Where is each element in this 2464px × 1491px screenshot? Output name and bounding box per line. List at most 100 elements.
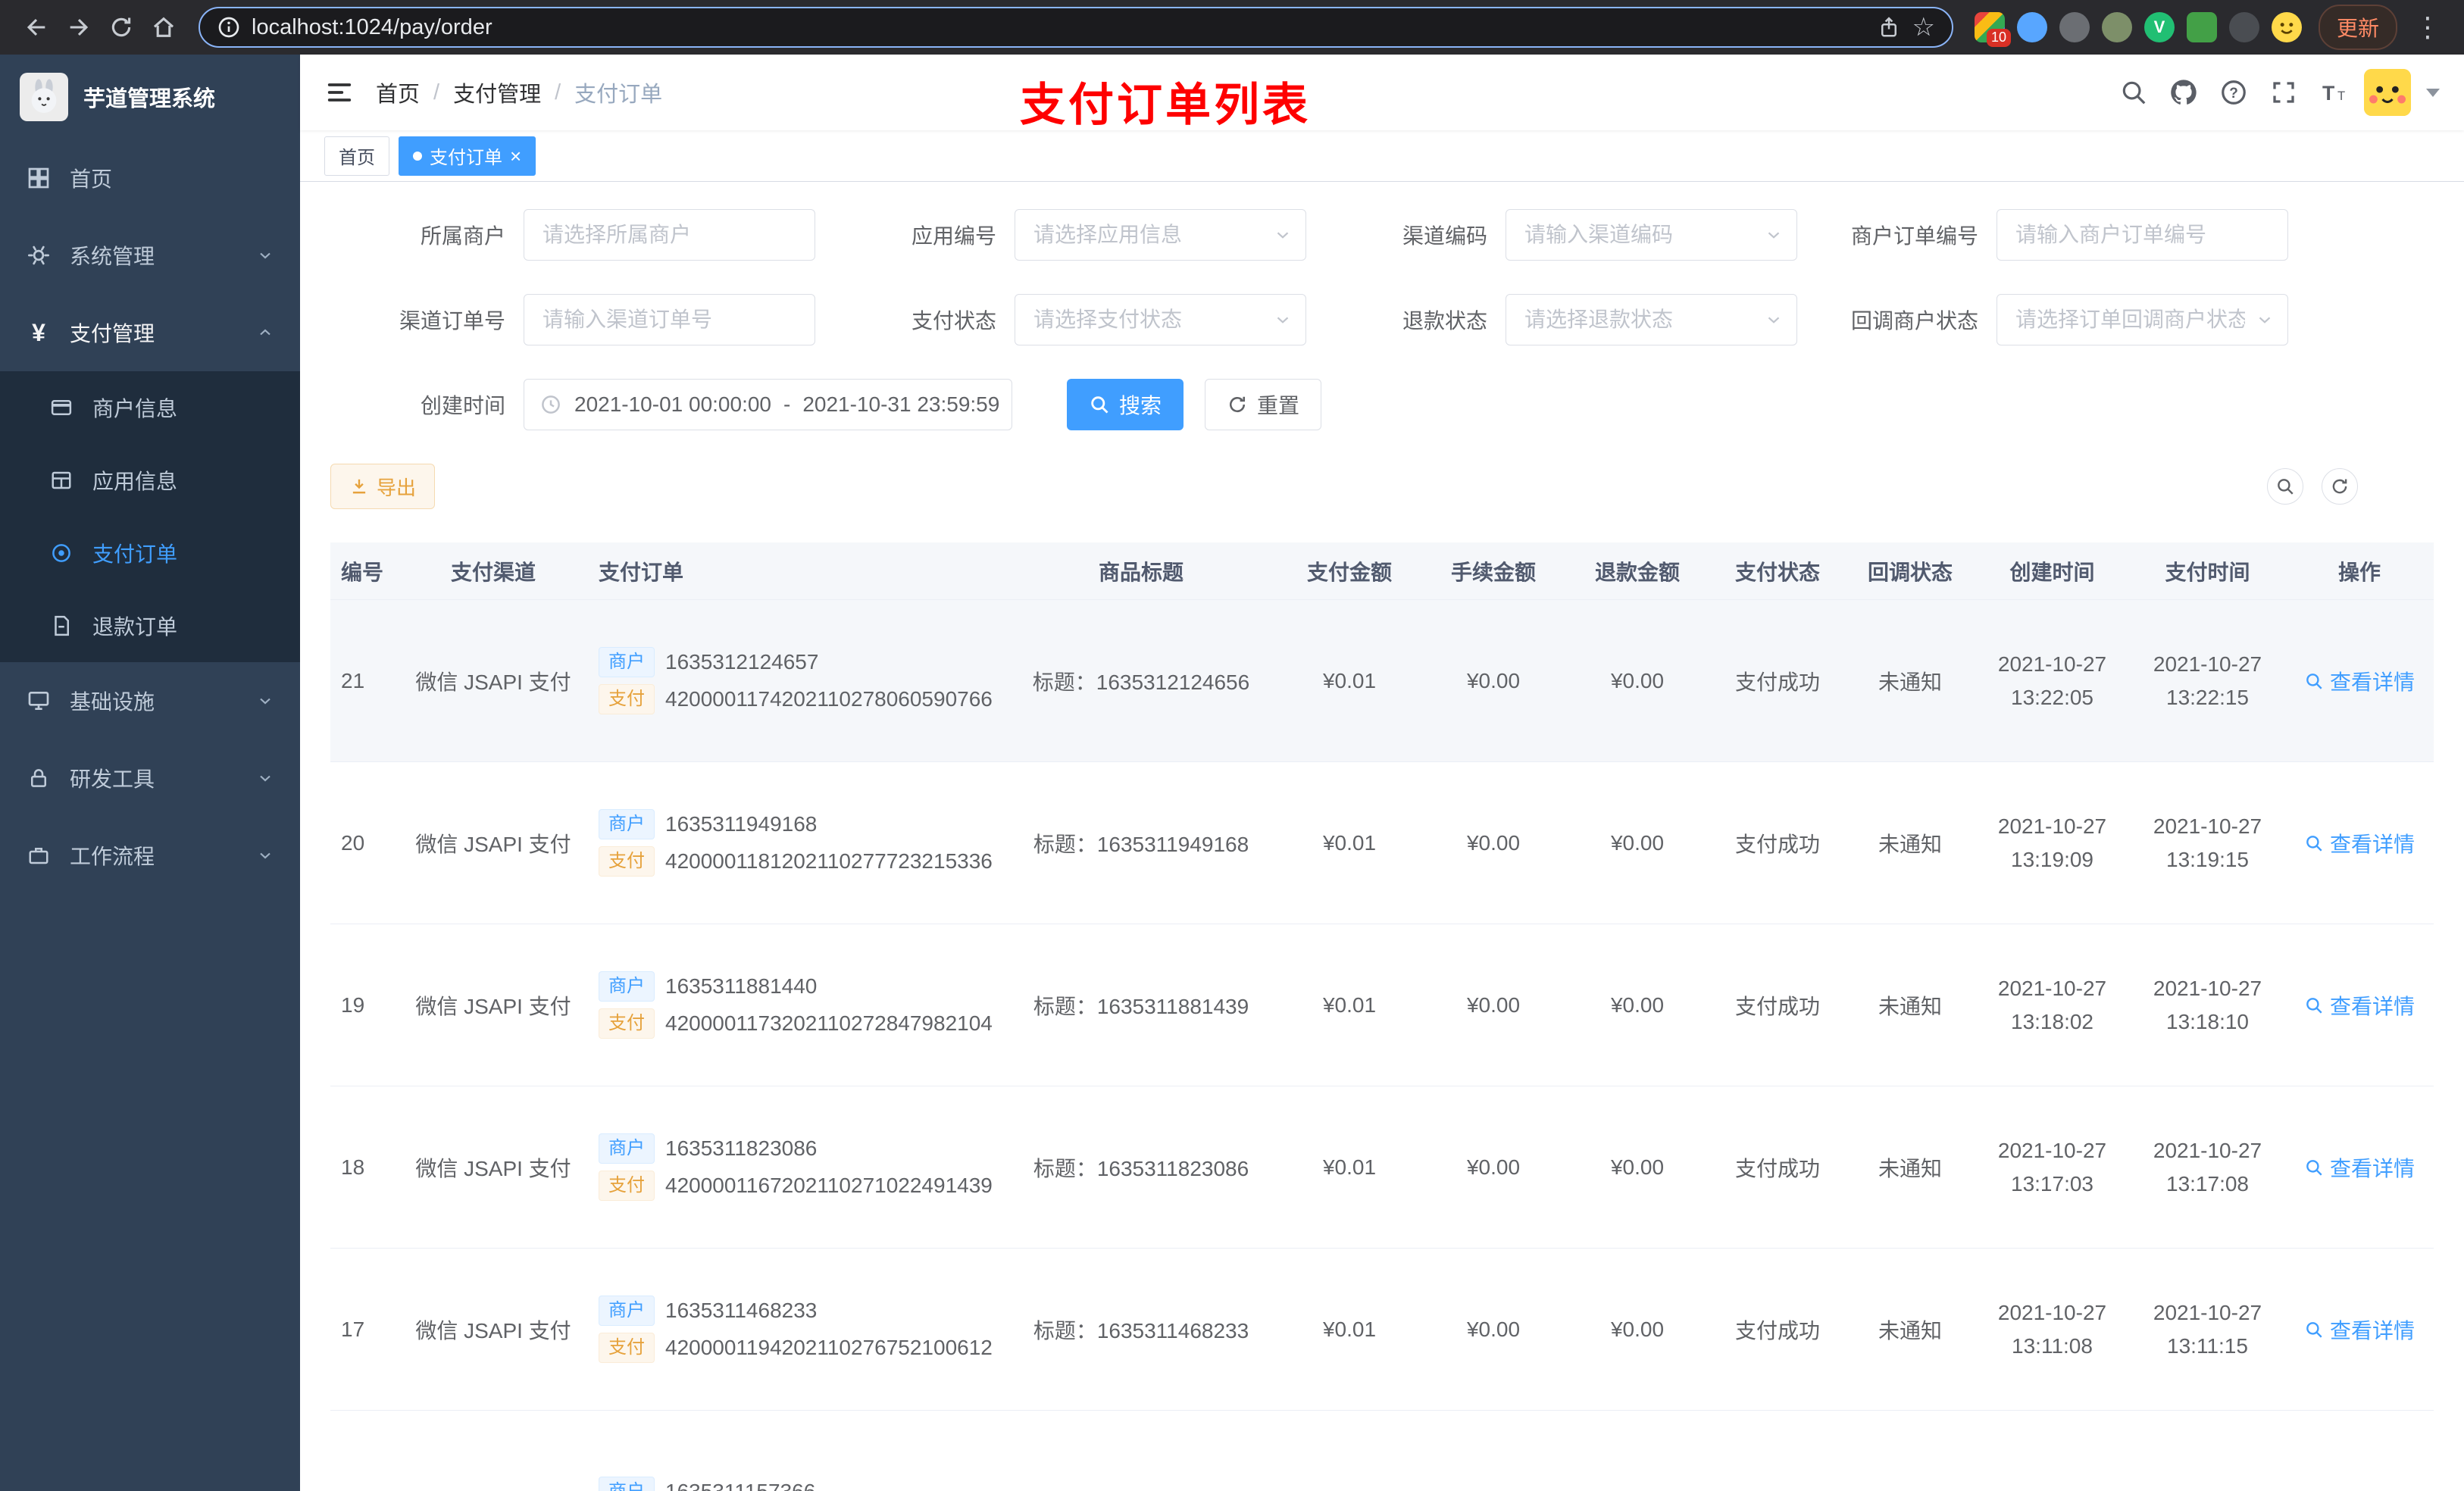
date-end-value: 2021-10-31 23:59:59 (802, 392, 1000, 416)
sidebar-item-system[interactable]: 系统管理 (0, 217, 300, 294)
table-row[interactable]: 17 微信 JSAPI 支付 商户 1635311468233 支付 4200001… (330, 1249, 2434, 1411)
cell-pay-order: 商户 1635311823086 支付 4200001167202110271022… (580, 1127, 1005, 1208)
table-row[interactable]: 19 微信 JSAPI 支付 商户 1635311881440 支付 4200001… (330, 924, 2434, 1086)
extension-icon-2[interactable] (2016, 12, 2047, 42)
browser-menu-icon[interactable]: ⋮ (2406, 6, 2449, 48)
reset-button[interactable]: 重置 (1205, 379, 1322, 430)
filter-merchant-order-label: 商户订单编号 (1850, 224, 1978, 248)
header-search-icon[interactable] (2114, 73, 2153, 112)
github-icon[interactable] (2164, 73, 2203, 112)
browser-home-icon[interactable] (142, 6, 185, 48)
merchant-tag: 商户 (599, 647, 655, 677)
filter-refund-status-select[interactable] (1506, 294, 1797, 345)
user-avatar[interactable] (2364, 69, 2411, 116)
col-fee: 手续金额 (1450, 560, 1536, 584)
view-detail-link[interactable]: 查看详情 (2304, 666, 2415, 696)
cell-channel: 微信 JSAPI 支付 (415, 1156, 571, 1180)
create-time-range-picker[interactable]: 2021-10-01 00:00:00 - 2021-10-31 23:59:5… (524, 379, 1012, 430)
tab-home[interactable]: 首页 (324, 136, 389, 176)
sidebar-item-devtools[interactable]: 研发工具 (0, 739, 300, 817)
table-row[interactable]: 18 微信 JSAPI 支付 商户 1635311823086 支付 4200001… (330, 1086, 2434, 1249)
sidebar-item-pay-order[interactable]: 支付订单 (0, 517, 300, 589)
extension-icon-1[interactable]: 10 (1974, 12, 2011, 47)
sidebar-item-label: 支付订单 (92, 542, 178, 566)
sidebar-collapse-icon[interactable] (324, 77, 355, 108)
cell-refund: ¥0.00 (1610, 1155, 1665, 1179)
download-icon (349, 477, 369, 496)
search-button[interactable]: 搜索 (1067, 379, 1184, 430)
extension-icon-7[interactable] (2228, 12, 2259, 42)
channel-pay-no: 4200001181202110277723215336 (665, 849, 993, 873)
col-amount: 支付金额 (1306, 560, 1392, 584)
sidebar-item-merchant-info[interactable]: 商户信息 (0, 371, 300, 444)
col-id: 编号 (341, 560, 384, 584)
site-info-icon[interactable] (217, 15, 241, 39)
card-icon (48, 395, 74, 420)
filter-channel-code-select[interactable] (1506, 209, 1797, 261)
active-dot-icon (413, 151, 422, 161)
tab-close-icon[interactable]: × (510, 146, 521, 166)
share-icon[interactable] (1878, 16, 1900, 39)
view-detail-link[interactable]: 查看详情 (2304, 828, 2415, 858)
sidebar-item-home[interactable]: 首页 (0, 139, 300, 217)
url-bar[interactable]: localhost:1024/pay/order ☆ (199, 7, 1953, 48)
view-detail-link[interactable]: 查看详情 (2304, 990, 2415, 1021)
date-start-value: 2021-10-01 00:00:00 (574, 392, 771, 416)
browser-back-icon[interactable] (15, 6, 58, 48)
url-text: localhost:1024/pay/order (252, 14, 492, 39)
emoji-extension-icon[interactable] (2271, 12, 2302, 42)
cell-notify: 未通知 (1878, 1318, 1942, 1343)
cell-status: 支付成功 (1734, 1156, 1820, 1180)
vue-devtools-icon[interactable]: V (2143, 12, 2175, 42)
filter-notify-status-select[interactable] (1997, 294, 2288, 345)
breadcrumb-home[interactable]: 首页 (376, 77, 420, 108)
view-detail-link[interactable]: 查看详情 (2304, 1152, 2415, 1183)
cell-notify: 未通知 (1878, 670, 1942, 694)
filter-channel-order-input[interactable] (524, 294, 815, 345)
tab-pay-order[interactable]: 支付订单 × (399, 136, 536, 176)
svg-text:T: T (2322, 82, 2334, 105)
filter-merchant-input[interactable] (524, 209, 815, 261)
browser-reload-icon[interactable] (100, 6, 142, 48)
filter-pay-status-select[interactable] (1015, 294, 1306, 345)
font-size-icon[interactable]: TT (2314, 73, 2353, 112)
extension-icon-3[interactable] (2059, 12, 2090, 42)
table-row[interactable]: 20 微信 JSAPI 支付 商户 1635311949168 支付 4200001… (330, 762, 2434, 924)
cell-amount: ¥0.01 (1322, 830, 1377, 855)
sidebar-item-refund-order[interactable]: 退款订单 (0, 589, 300, 662)
cell-fee: ¥0.00 (1466, 668, 1521, 692)
fullscreen-icon[interactable] (2264, 73, 2303, 112)
merchant-order-no: 1635311881440 (665, 974, 818, 998)
filter-app-select[interactable] (1015, 209, 1306, 261)
table-row[interactable]: 21 微信 JSAPI 支付 商户 1635312124657 支付 4200001… (330, 600, 2434, 762)
cell-pay-order: 商户 1635311949168 支付 4200001181202110277723… (580, 802, 1005, 883)
briefcase-icon (26, 842, 52, 868)
sidebar-item-payment[interactable]: ¥ 支付管理 (0, 294, 300, 371)
table-row[interactable]: 商户 1635311157366 (330, 1411, 2434, 1491)
export-button[interactable]: 导出 (330, 464, 436, 509)
cell-fee: ¥0.00 (1466, 830, 1521, 855)
table-refresh-button[interactable] (2322, 468, 2358, 505)
breadcrumb: 首页 / 支付管理 / 支付订单 (376, 77, 662, 108)
filter-merchant-order-input[interactable] (1997, 209, 2288, 261)
sidebar-item-workflow[interactable]: 工作流程 (0, 817, 300, 894)
caret-down-icon[interactable] (2426, 88, 2440, 97)
merchant-order-no: 1635311157366 (665, 1479, 816, 1491)
browser-forward-icon[interactable] (58, 6, 100, 48)
table-search-toggle-button[interactable] (2267, 468, 2303, 505)
cell-id: 17 (341, 1317, 365, 1341)
chevron-down-icon (256, 692, 274, 710)
cell-created: 2021-10-27 13:22:05 (1997, 652, 2107, 709)
merchant-tag: 商户 (599, 1476, 655, 1491)
view-detail-link[interactable]: 查看详情 (2304, 1314, 2415, 1345)
bookmark-star-icon[interactable]: ☆ (1912, 14, 1935, 40)
extension-icon-4[interactable] (2101, 12, 2132, 42)
sidebar-item-app-info[interactable]: 应用信息 (0, 444, 300, 517)
sidebar-item-infra[interactable]: 基础设施 (0, 662, 300, 739)
pay-tag: 支付 (599, 684, 655, 714)
breadcrumb-section[interactable]: 支付管理 (453, 77, 541, 108)
help-icon[interactable]: ? (2214, 73, 2253, 112)
extension-icon-6[interactable] (2186, 12, 2217, 42)
browser-update-button[interactable]: 更新 (2318, 5, 2397, 50)
filter-pay-status-label: 支付状态 (911, 309, 996, 333)
